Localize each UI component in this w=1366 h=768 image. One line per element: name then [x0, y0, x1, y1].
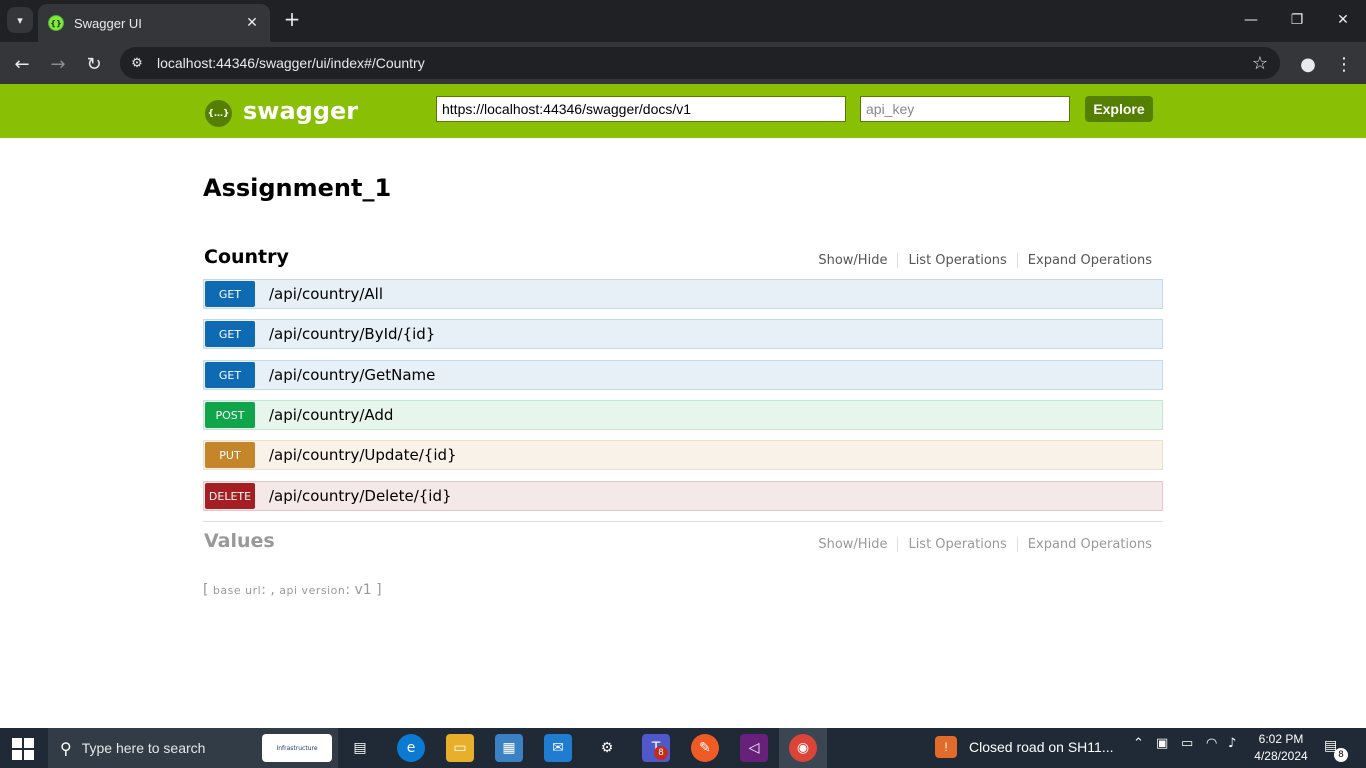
store-icon[interactable]: ▦: [495, 734, 523, 762]
operation-row[interactable]: GET /api/country/All: [203, 279, 1163, 309]
settings-gear-icon[interactable]: ⚙: [593, 734, 621, 762]
restore-button[interactable]: ❐: [1274, 0, 1320, 40]
operation-path[interactable]: /api/country/Add: [269, 406, 393, 424]
taskbar-clock[interactable]: 6:02 PM 4/28/2024: [1250, 731, 1312, 765]
resource-country-links: Show/Hide List Operations Expand Operati…: [808, 253, 1162, 268]
site-info-icon[interactable]: ⚙: [122, 48, 152, 78]
swagger-logo-icon[interactable]: {…}: [205, 100, 232, 127]
browser-tab[interactable]: {} Swagger UI ✕: [38, 4, 270, 42]
back-button[interactable]: ←: [8, 50, 36, 78]
tray-device-icon[interactable]: ▣: [1156, 736, 1168, 751]
kebab-menu-icon: ⋮: [1335, 53, 1353, 75]
windows-start-icon[interactable]: [12, 738, 34, 760]
operation-path[interactable]: /api/country/Delete/{id}: [269, 487, 452, 505]
base-url-label: base url: [212, 584, 262, 597]
file-explorer-icon[interactable]: ▭: [446, 734, 474, 762]
api-version-label: api version: [279, 584, 346, 597]
volume-icon[interactable]: ♪: [1228, 736, 1236, 751]
operation-path[interactable]: /api/country/ById/{id}: [269, 325, 435, 343]
back-arrow-icon: ←: [14, 53, 30, 75]
news-widget-text: Closed road on SH11...: [969, 739, 1114, 755]
task-view-icon[interactable]: ▤: [346, 734, 374, 762]
expand-operations-link[interactable]: Expand Operations: [1018, 253, 1162, 268]
teams-badge: 8: [654, 746, 668, 760]
show-hide-link[interactable]: Show/Hide: [808, 537, 899, 552]
operation-path[interactable]: /api/country/Update/{id}: [269, 446, 457, 464]
http-method-badge[interactable]: POST: [205, 402, 255, 428]
api-key-input[interactable]: [860, 96, 1070, 122]
taskbar-search[interactable]: ⚲ Type here to search Infrastructure: [48, 728, 338, 768]
operation-row[interactable]: DELETE /api/country/Delete/{id}: [203, 481, 1163, 511]
operation-row[interactable]: GET /api/country/ById/{id}: [203, 319, 1163, 349]
taskbar-search-placeholder[interactable]: Type here to search: [82, 740, 262, 756]
browser-tabstrip: ▾ {} Swagger UI ✕ + — ❐ ✕: [0, 0, 1366, 42]
minimize-button[interactable]: —: [1228, 0, 1274, 40]
footer-close-bracket: ]: [376, 582, 382, 598]
http-method-badge[interactable]: DELETE: [205, 483, 255, 509]
base-url-value: : ,: [261, 582, 275, 598]
swagger-favicon-icon: {}: [48, 15, 64, 31]
show-hide-link[interactable]: Show/Hide: [808, 253, 899, 268]
forward-button[interactable]: →: [44, 50, 72, 78]
api-version-value: : v1: [345, 582, 372, 598]
resource-values-links: Show/Hide List Operations Expand Operati…: [808, 537, 1162, 552]
close-window-button[interactable]: ✕: [1320, 0, 1366, 40]
tray-chevron-up-icon[interactable]: ⌃: [1133, 736, 1144, 751]
http-method-badge[interactable]: PUT: [205, 442, 255, 468]
close-tab-icon[interactable]: ✕: [244, 15, 260, 31]
operation-row[interactable]: PUT /api/country/Update/{id}: [203, 440, 1163, 470]
http-method-badge[interactable]: GET: [205, 321, 255, 347]
tab-title: Swagger UI: [74, 15, 142, 31]
expand-operations-link[interactable]: Expand Operations: [1018, 537, 1162, 552]
api-footer-info: [ base url: , api version: v1 ]: [203, 582, 382, 598]
visual-studio-icon[interactable]: ◁: [740, 734, 768, 762]
swagger-header: {…} swagger Explore: [0, 84, 1366, 138]
edge-icon[interactable]: e: [397, 734, 425, 762]
footer-open-bracket: [: [203, 582, 209, 598]
reload-button[interactable]: ↻: [80, 50, 108, 78]
windows-taskbar: ⚲ Type here to search Infrastructure ▤ e…: [0, 728, 1366, 768]
chrome-icon[interactable]: ◉: [789, 734, 817, 762]
clock-time: 6:02 PM: [1258, 732, 1304, 746]
http-method-badge[interactable]: GET: [205, 362, 255, 388]
search-highlight-badge[interactable]: Infrastructure: [262, 734, 332, 762]
list-operations-link[interactable]: List Operations: [898, 537, 1018, 552]
notification-count-badge: 8: [1334, 748, 1348, 762]
mail-icon[interactable]: ✉: [544, 734, 572, 762]
address-bar[interactable]: ⚙ localhost:44346/swagger/ui/index#/Coun…: [120, 47, 1280, 79]
postman-icon[interactable]: ✎: [691, 734, 719, 762]
browser-toolbar: ← → ↻ ⚙ localhost:44346/swagger/ui/index…: [0, 42, 1366, 84]
url-text[interactable]: localhost:44346/swagger/ui/index#/Countr…: [157, 55, 1252, 71]
http-method-badge[interactable]: GET: [205, 281, 255, 307]
bookmark-star-icon[interactable]: ☆: [1252, 53, 1268, 74]
wifi-icon[interactable]: ◠: [1206, 736, 1217, 751]
resource-values-title[interactable]: Values: [204, 530, 275, 552]
road-alert-icon: !: [935, 736, 957, 758]
profile-icon: ●: [1300, 53, 1316, 75]
profile-button[interactable]: ●: [1294, 50, 1322, 78]
resource-country-title[interactable]: Country: [204, 246, 289, 268]
browser-menu-button[interactable]: ⋮: [1330, 50, 1358, 78]
battery-icon[interactable]: ▭: [1181, 736, 1193, 751]
list-operations-link[interactable]: List Operations: [898, 253, 1018, 268]
operation-path[interactable]: /api/country/All: [269, 285, 383, 303]
new-tab-button[interactable]: +: [280, 8, 304, 32]
operation-row[interactable]: POST /api/country/Add: [203, 400, 1163, 430]
tab-search-button[interactable]: ▾: [7, 7, 33, 33]
api-title: Assignment_1: [203, 174, 392, 202]
operation-row[interactable]: GET /api/country/GetName: [203, 360, 1163, 390]
explore-button[interactable]: Explore: [1085, 96, 1153, 122]
search-icon: ⚲: [60, 738, 72, 758]
resource-divider: [203, 521, 1163, 522]
operation-path[interactable]: /api/country/GetName: [269, 366, 435, 384]
reload-icon: ↻: [86, 53, 102, 75]
clock-date: 4/28/2024: [1254, 749, 1308, 763]
swagger-logo-text[interactable]: swagger: [243, 97, 358, 125]
news-widget[interactable]: ! Closed road on SH11...: [935, 736, 1114, 758]
spec-url-input[interactable]: [436, 96, 846, 122]
forward-arrow-icon: →: [50, 53, 66, 75]
chevron-down-icon: ▾: [17, 13, 23, 27]
